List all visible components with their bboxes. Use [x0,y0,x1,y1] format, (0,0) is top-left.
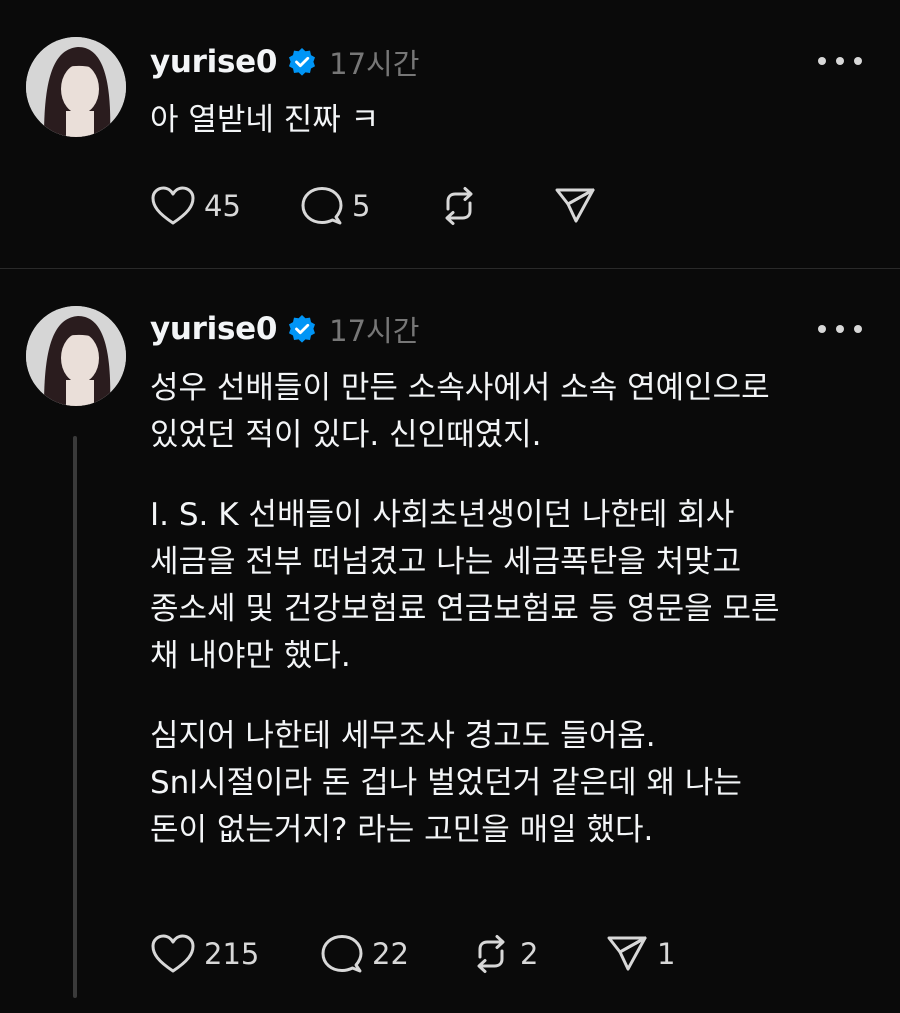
post-actions: 45 5 [150,184,605,228]
like-count: 215 [204,937,260,971]
like-button[interactable]: 215 [150,933,320,975]
post-body: 성우 선배들이 만든 소속사에서 소속 연예인으로 있었던 적이 있다. 신인때… [150,365,870,854]
repost-icon [477,935,505,973]
heart-icon [151,186,195,225]
speech-bubble-icon [321,935,363,973]
reply-count: 5 [352,189,371,223]
thread-post[interactable]: yurise0 17시간 성우 선배들이 만든 소속사에서 소속 연예인으로 있… [0,269,900,1013]
share-button[interactable]: 1 [605,933,675,975]
avatar[interactable] [26,306,126,406]
avatar-image [26,306,126,406]
share-count: 1 [657,937,676,971]
username[interactable]: yurise0 [150,44,277,80]
reply-count: 22 [372,937,409,971]
post-header: yurise0 17시간 [150,40,419,84]
reply-button[interactable]: 5 [300,185,438,227]
heart-icon [151,934,195,973]
thread-post[interactable]: yurise0 17시간 아 열받네 진짜 ㅋ 45 5 [0,0,900,268]
paper-plane-icon [555,188,595,223]
speech-bubble-icon [301,187,343,225]
timestamp: 17시간 [329,314,420,348]
paper-plane-icon [607,936,647,971]
verified-badge-icon [289,315,316,343]
repost-icon [445,187,473,225]
post-paragraph: 심지어 나한테 세무조사 경고도 들어옴. Snl시절이라 돈 겁나 벌었던거 … [150,718,742,848]
post-actions: 215 22 2 1 [150,932,675,976]
more-dots-icon[interactable] [818,319,862,339]
post-paragraph: I. S. K 선배들이 사회초년생이던 나한테 회사 세금을 전부 떠넘겼고 … [150,497,780,674]
thread-connector-line [73,436,77,998]
timestamp: 17시간 [329,47,420,81]
repost-button[interactable]: 2 [470,933,605,975]
username[interactable]: yurise0 [150,311,277,347]
avatar-image [26,37,126,137]
post-paragraph: 성우 선배들이 만든 소속사에서 소속 연예인으로 있었던 적이 있다. 신인때… [150,370,770,453]
post-header: yurise0 17시간 [150,307,419,351]
share-button[interactable] [553,185,605,227]
verified-badge-icon [289,48,316,76]
post-body: 아 열받네 진짜 ㅋ [150,97,870,144]
like-button[interactable]: 45 [150,185,300,227]
reply-button[interactable]: 22 [320,933,470,975]
repost-count: 2 [520,937,539,971]
more-dots-icon[interactable] [818,51,862,71]
repost-button[interactable] [438,185,553,227]
post-paragraph: 아 열받네 진짜 ㅋ [150,102,380,138]
avatar[interactable] [26,37,126,137]
like-count: 45 [204,189,241,223]
